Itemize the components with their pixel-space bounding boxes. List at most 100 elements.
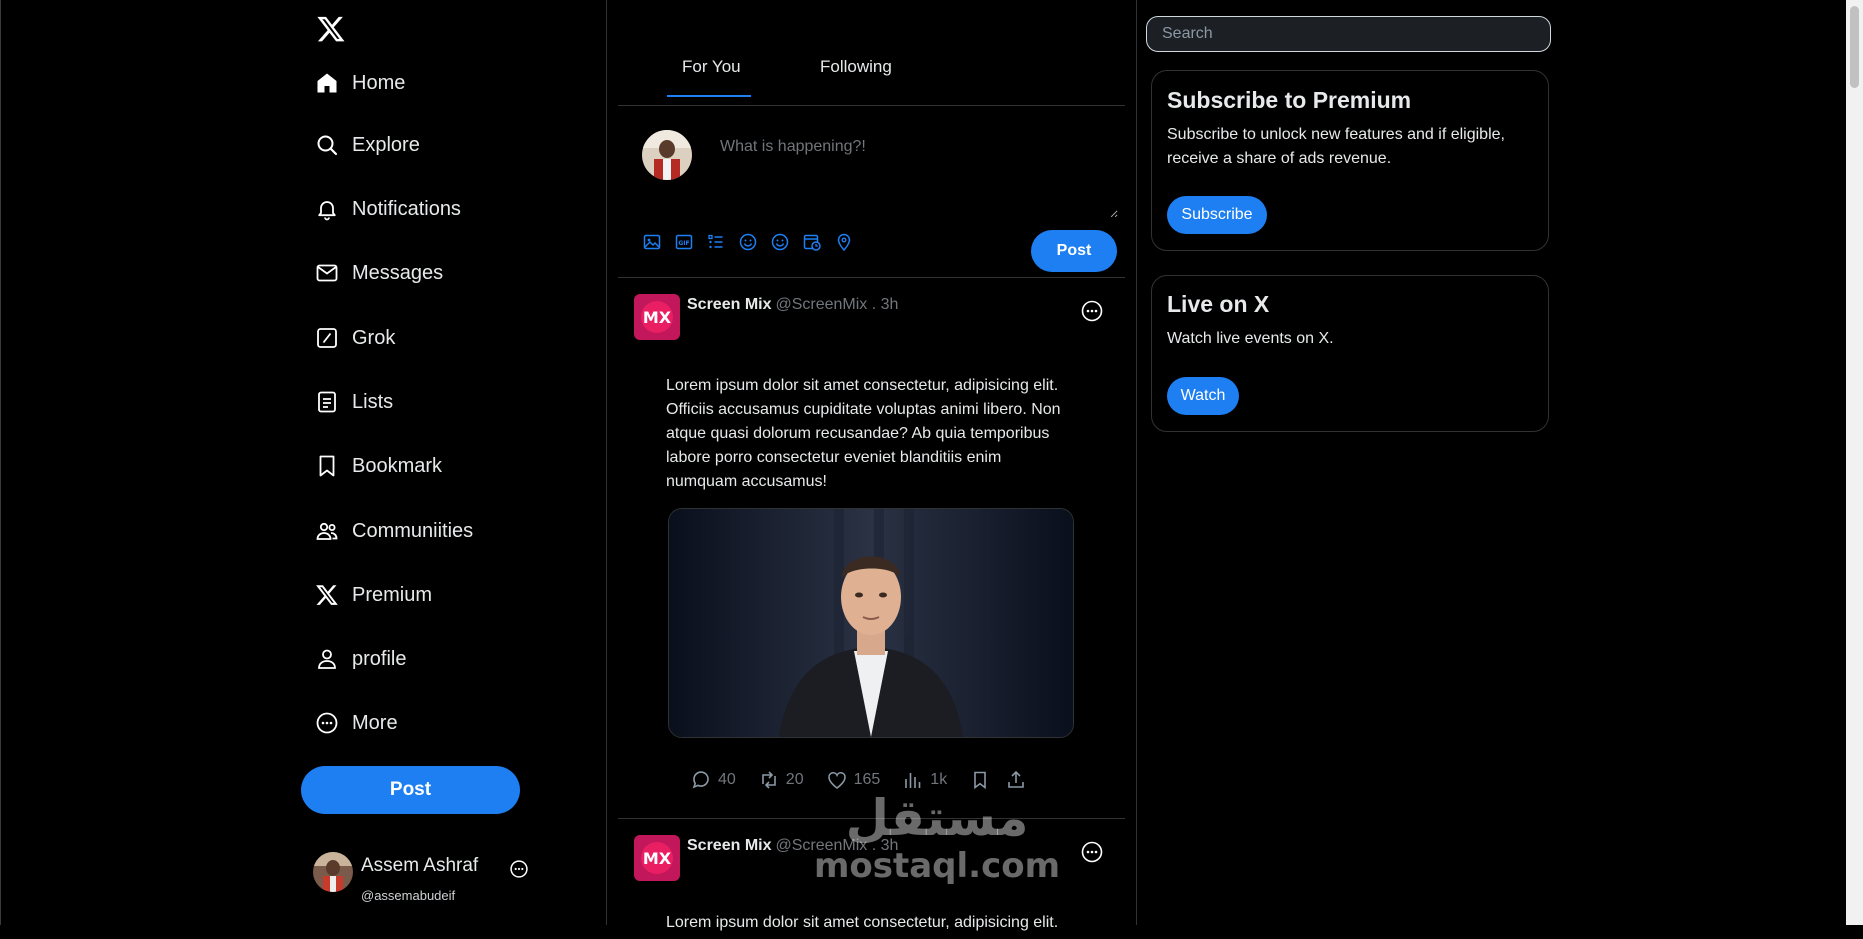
- nav-label-notifications: Notifications: [352, 197, 461, 220]
- tweet[interactable]: MX Screen Mix @ScreenMix . 3h Lorem ipsum…: [618, 278, 1125, 819]
- views-button[interactable]: 1k: [902, 769, 947, 791]
- scrollbar-thumb[interactable]: [1850, 6, 1859, 88]
- tweet-text: Lorem ipsum dolor sit amet consectetur, …: [666, 914, 1059, 931]
- composer: GIF Post: [618, 106, 1125, 278]
- tweet-actions: 40 20 165 1k: [690, 768, 1041, 792]
- nav-label-messages: Messages: [352, 261, 444, 284]
- share-button[interactable]: [1005, 769, 1027, 791]
- tweet[interactable]: MX Screen Mix @ScreenMix . 3h Lorem ipsum…: [618, 819, 1125, 939]
- nav-label-home: Home: [352, 71, 406, 94]
- tweet-image[interactable]: [668, 508, 1074, 738]
- emoji-icon[interactable]: [738, 232, 758, 252]
- watch-button[interactable]: Watch: [1167, 377, 1239, 415]
- reply-icon: [692, 771, 709, 789]
- tweet-meta: @ScreenMix . 3h: [775, 837, 899, 854]
- tweet-author-name[interactable]: Screen Mix: [687, 296, 771, 313]
- avatar: [642, 130, 692, 180]
- nav-label-explore: Explore: [352, 133, 420, 156]
- tab-for-you[interactable]: For You: [682, 57, 741, 77]
- like-count: 165: [853, 771, 881, 788]
- nav-item-home[interactable]: Home: [314, 63, 405, 103]
- premium-card: Subscribe to Premium Subscribe to unlock…: [1151, 70, 1549, 251]
- home-icon: [314, 70, 340, 96]
- subscribe-button[interactable]: Subscribe: [1167, 196, 1267, 234]
- nav-label-communities: Communiities: [352, 519, 474, 542]
- search-box: [1146, 16, 1551, 52]
- like-button[interactable]: 165: [826, 769, 881, 791]
- main-feed: For You Following GIF Post MX Screen Mix…: [618, 0, 1125, 931]
- live-title: Live on X: [1167, 291, 1270, 317]
- person-icon: [314, 646, 340, 672]
- avatar: MX: [634, 294, 680, 340]
- more-circle-icon: [314, 710, 340, 736]
- nav-item-lists[interactable]: Lists: [314, 382, 393, 422]
- sidebar-post-button[interactable]: Post: [301, 766, 520, 814]
- tweet-text: Lorem ipsum dolor sit amet consectetur, …: [666, 377, 1061, 490]
- x-logo-icon: [314, 582, 340, 608]
- nav-item-premium[interactable]: Premium: [314, 575, 432, 615]
- emoji-icon[interactable]: [770, 232, 790, 252]
- nav-label-more: More: [352, 711, 398, 734]
- nav-item-notifications[interactable]: Notifications: [314, 189, 461, 229]
- share-icon: [1008, 770, 1025, 788]
- grok-icon: [314, 325, 340, 351]
- tweet-meta: @ScreenMix . 3h: [775, 296, 899, 313]
- nav-item-communities[interactable]: Communiities: [314, 511, 473, 551]
- avatar: MX: [634, 835, 680, 881]
- more-circle-icon[interactable]: [1080, 299, 1104, 323]
- search-icon: [314, 132, 340, 158]
- envelope-icon: [314, 260, 340, 286]
- nav-label-lists: Lists: [352, 390, 394, 413]
- premium-text: Subscribe to unlock new features and if …: [1167, 126, 1505, 167]
- nav-item-grok[interactable]: Grok: [314, 318, 395, 358]
- svg-text:GIF: GIF: [678, 240, 689, 247]
- nav-label-grok: Grok: [352, 326, 396, 349]
- live-card: Live on X Watch live events on X. Watch: [1151, 275, 1549, 432]
- nav-item-profile[interactable]: profile: [314, 639, 406, 679]
- bookmark-button[interactable]: [969, 769, 991, 791]
- nav-label-bookmark: Bookmark: [352, 454, 443, 477]
- live-text: Watch live events on X.: [1167, 330, 1334, 347]
- scrollbar[interactable]: [1846, 0, 1863, 925]
- location-icon[interactable]: [834, 232, 854, 252]
- avatar-text: MX: [643, 308, 672, 327]
- schedule-icon[interactable]: [802, 232, 822, 252]
- left-sidebar: Home Explore Notifications Messages Grok…: [300, 0, 607, 925]
- account-switcher[interactable]: Assem Ashraf @assemabudeif: [310, 850, 552, 908]
- nav-item-explore[interactable]: Explore: [314, 125, 420, 165]
- composer-post-button[interactable]: Post: [1031, 230, 1117, 272]
- retweet-count: 20: [785, 771, 804, 788]
- tab-following[interactable]: Following: [820, 57, 892, 77]
- search-input[interactable]: [1147, 17, 1550, 51]
- views-icon: [905, 773, 921, 788]
- more-circle-icon[interactable]: [1080, 840, 1104, 864]
- bell-icon: [314, 196, 340, 222]
- reply-button[interactable]: 40: [690, 769, 736, 791]
- window-edge: [0, 0, 1, 925]
- x-logo-icon[interactable]: [316, 14, 346, 44]
- composer-toolbar: GIF: [642, 232, 866, 252]
- retweet-button[interactable]: 20: [758, 769, 804, 791]
- poll-icon[interactable]: [706, 232, 726, 252]
- gif-icon[interactable]: GIF: [674, 232, 694, 252]
- image-icon[interactable]: [642, 232, 662, 252]
- avatar: [313, 852, 353, 892]
- tweet-header: Screen Mix @ScreenMix . 3h: [687, 296, 898, 314]
- people-icon: [314, 518, 340, 544]
- tweet-author-name[interactable]: Screen Mix: [687, 837, 771, 854]
- more-circle-icon[interactable]: [509, 859, 529, 879]
- compose-input[interactable]: [718, 136, 1118, 218]
- views-count: 1k: [930, 771, 948, 788]
- avatar-text: MX: [643, 849, 672, 868]
- heart-icon: [827, 771, 846, 789]
- nav-item-bookmark[interactable]: Bookmark: [314, 446, 442, 486]
- nav-item-messages[interactable]: Messages: [314, 253, 443, 293]
- nav-item-more[interactable]: More: [314, 703, 398, 743]
- feed-tabs: For You Following: [618, 0, 1125, 106]
- retweet-icon: [761, 771, 776, 789]
- account-handle: @assemabudeif: [361, 888, 456, 903]
- nav-label-profile: profile: [352, 647, 407, 670]
- reply-count: 40: [718, 771, 736, 788]
- right-sidebar: Subscribe to Premium Subscribe to unlock…: [1136, 0, 1560, 925]
- account-name: Assem Ashraf: [361, 855, 479, 876]
